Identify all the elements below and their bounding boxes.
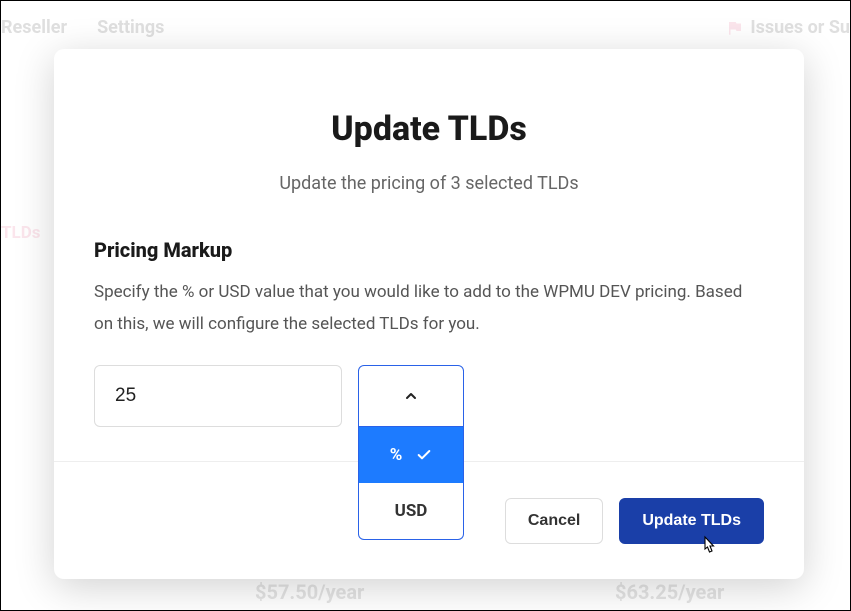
markup-value-input[interactable]	[94, 365, 342, 427]
modal-title: Update TLDs	[94, 109, 764, 149]
pricing-markup-description: Specify the % or USD value that you woul…	[94, 276, 764, 341]
markup-unit-list: % USD	[358, 427, 464, 540]
markup-unit-option-percent[interactable]: %	[359, 427, 463, 483]
modal-subtitle: Update the pricing of 3 selected TLDs	[94, 173, 764, 194]
pricing-markup-heading: Pricing Markup	[94, 238, 764, 262]
modal-body: Update TLDs Update the pricing of 3 sele…	[54, 49, 804, 461]
update-tlds-modal: Update TLDs Update the pricing of 3 sele…	[54, 49, 804, 579]
update-tlds-button[interactable]: Update TLDs	[619, 498, 764, 544]
option-percent-label: %	[390, 445, 403, 465]
cancel-button[interactable]: Cancel	[505, 498, 603, 544]
markup-unit-dropdown: % USD	[358, 365, 464, 427]
check-icon	[416, 447, 432, 463]
markup-controls: % USD	[94, 365, 764, 427]
option-usd-label: USD	[395, 501, 428, 521]
markup-unit-trigger[interactable]	[358, 365, 464, 427]
chevron-up-icon	[403, 388, 419, 404]
markup-unit-option-usd[interactable]: USD	[359, 483, 463, 539]
